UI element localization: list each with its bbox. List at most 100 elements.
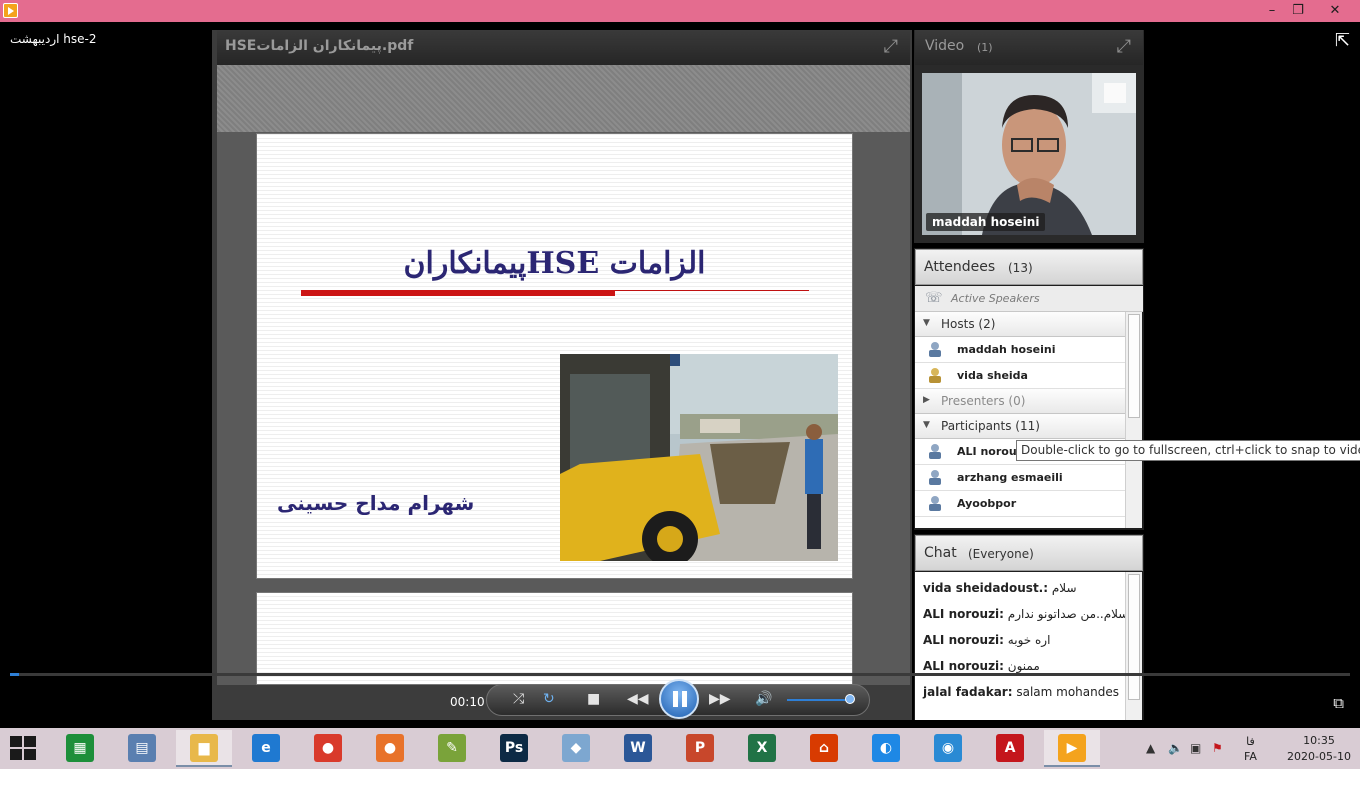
taskbar: ▦ ▤ ▆ e ● ● ✎ Ps ◆ W P X ⌂ ◐ ◉ A ▶ ▲ 🔈 ▣ ⚑ فا FA 10:35 2… <box>0 728 1360 769</box>
chat-sender: jalal fadakar: <box>923 685 1013 699</box>
chat-text: سلام..من صداتونو ندارم <box>1007 607 1125 621</box>
group-participants[interactable]: ▼ Participants (11) <box>915 414 1125 439</box>
clock-time: 10:35 <box>1303 734 1335 747</box>
taskbar-word[interactable]: W <box>610 730 666 767</box>
video-speaker-name: maddah hoseini <box>926 213 1046 231</box>
word-icon: W <box>624 734 652 762</box>
notepad-plus-icon: ✎ <box>438 734 466 762</box>
edge-like-icon: ◐ <box>872 734 900 762</box>
attendee-row[interactable]: arzhang esmaeili <box>915 465 1125 491</box>
taskbar-network-browser[interactable]: ◉ <box>920 730 976 767</box>
taskbar-virtualbox[interactable]: ◆ <box>548 730 604 767</box>
slide-divider-accent <box>301 290 615 296</box>
scrollbar-thumb[interactable] <box>1128 314 1140 418</box>
recording-title: hse-2 اردیبهشت <box>10 32 97 46</box>
calculator-icon: ▦ <box>66 734 94 762</box>
slide-photo-backhoe <box>560 354 838 561</box>
document-canvas[interactable]: الزامات HSEپیمانکاران شهرام مداح حسینی <box>217 65 910 685</box>
stop-button[interactable]: ■ <box>587 691 600 707</box>
scrollbar-thumb[interactable] <box>1128 574 1140 700</box>
webcam-feed[interactable]: maddah hoseini <box>922 73 1136 235</box>
taskbar-office[interactable]: ⌂ <box>796 730 852 767</box>
attendee-name: maddah hoseini <box>957 343 1056 356</box>
chat-sender: ALI norouzi: <box>923 607 1004 621</box>
taskbar-powerpoint[interactable]: P <box>672 730 728 767</box>
taskbar-edge-like[interactable]: ◐ <box>858 730 914 767</box>
chat-text: سلام <box>1051 581 1077 595</box>
pause-button[interactable] <box>659 679 699 719</box>
taskbar-internet-explorer[interactable]: e <box>238 730 294 767</box>
clock[interactable]: 10:35 2020-05-10 <box>1282 733 1356 765</box>
fullscreen-icon[interactable]: ⤢ <box>884 36 898 57</box>
user-icon <box>929 470 941 485</box>
attendee-row[interactable]: Ayoobpor <box>915 491 1125 517</box>
taskbar-chrome[interactable]: ● <box>300 730 356 767</box>
chat-text: salam mohandes <box>1016 685 1119 699</box>
fullscreen-icon[interactable]: ⤢ <box>1117 36 1131 57</box>
chat-sender: ALI norouzi: <box>923 659 1004 673</box>
collapse-arrow-icon[interactable]: ▶ <box>923 395 930 405</box>
chat-scrollbar[interactable] <box>1125 572 1142 720</box>
attendee-name: vida sheida <box>957 369 1028 382</box>
popout-icon[interactable]: ⧉ <box>1333 694 1344 712</box>
video-pod-header: Video (1) ⤢ <box>915 30 1143 65</box>
volume-slider[interactable] <box>787 699 853 701</box>
chat-messages[interactable]: vida sheidadoust.: سلام ALI norouzi: سلا… <box>915 572 1125 720</box>
fast-forward-button[interactable]: ▶▶ <box>709 691 731 707</box>
restore-button[interactable]: ❐ <box>1283 0 1313 22</box>
network-icon[interactable]: ▣ <box>1190 741 1201 755</box>
expand-arrow-icon[interactable]: ▼ <box>923 420 930 430</box>
taskbar-photoshop[interactable]: Ps <box>486 730 542 767</box>
media-player-icon: ▶ <box>1058 734 1086 762</box>
playback-time: 00:10 <box>450 695 485 709</box>
attendee-row[interactable]: vida sheida <box>915 363 1125 389</box>
chat-title: Chat <box>924 545 957 561</box>
active-speakers-label: Active Speakers <box>951 292 1040 305</box>
repeat-icon[interactable]: ↻ <box>543 691 555 707</box>
close-button[interactable]: ✕ <box>1320 0 1350 22</box>
network-browser-icon: ◉ <box>934 734 962 762</box>
volume-slider-handle[interactable] <box>845 694 855 704</box>
rewind-button[interactable]: ◀◀ <box>627 691 649 707</box>
group-hosts[interactable]: ▼ Hosts (2) <box>915 312 1125 337</box>
internet-explorer-icon: e <box>252 734 280 762</box>
language-native: فا <box>1246 735 1255 748</box>
chat-message: jalal fadakar: salam mohandes <box>923 685 1119 699</box>
attendees-scrollbar[interactable] <box>1125 312 1142 528</box>
chevron-up-icon[interactable]: ▲ <box>1146 741 1155 755</box>
firefox-icon: ● <box>376 734 404 762</box>
video-pod-title: Video <box>925 38 965 54</box>
expand-arrow-icon[interactable]: ▼ <box>923 318 930 328</box>
attendee-list[interactable]: ▼ Hosts (2) maddah hoseini vida sheida ▶… <box>915 312 1125 528</box>
taskbar-firefox[interactable]: ● <box>362 730 418 767</box>
screen-bottom <box>0 769 1360 809</box>
taskbar-remote-desktop[interactable]: ▤ <box>114 730 170 767</box>
video-pod: Video (1) ⤢ maddah hoseini <box>914 30 1144 243</box>
attendee-name: arzhang esmaeili <box>957 471 1063 484</box>
language-indicator[interactable]: فا FA <box>1244 734 1257 764</box>
group-presenters[interactable]: ▶ Presenters (0) <box>915 389 1125 414</box>
speaker-icon[interactable]: 🔈 <box>1168 741 1183 755</box>
taskbar-notepad-plus[interactable]: ✎ <box>424 730 480 767</box>
attendees-title: Attendees <box>924 259 996 275</box>
attendees-pod: Attendees (13) ☏ Active Speakers ▼ Hosts… <box>914 248 1144 530</box>
chat-message: ALI norouzi: ممنون <box>923 659 1040 673</box>
excel-icon: X <box>748 734 776 762</box>
tooltip: Double-click to go to fullscreen, ctrl+c… <box>1016 440 1360 461</box>
taskbar-calculator[interactable]: ▦ <box>52 730 108 767</box>
seek-bar[interactable] <box>10 673 1350 676</box>
chat-pod: Chat (Everyone) vida sheidadoust.: سلام … <box>914 534 1144 720</box>
flag-alert-icon[interactable]: ⚑ <box>1212 741 1223 755</box>
shuffle-icon[interactable]: ⤮ <box>513 691 524 707</box>
taskbar-media-player[interactable]: ▶ <box>1044 730 1100 767</box>
playback-controls: ⤮ ↻ ■ ◀◀ ▶▶ 🔊 <box>486 679 870 719</box>
taskbar-acrobat[interactable]: A <box>982 730 1038 767</box>
attendee-row[interactable]: maddah hoseini <box>915 337 1125 363</box>
start-button[interactable] <box>10 736 38 761</box>
clock-date: 2020-05-10 <box>1287 750 1351 763</box>
window-title-bar: – ❐ ✕ <box>0 0 1360 22</box>
layout-toggle-icon[interactable]: ⇱ <box>1335 30 1350 51</box>
volume-icon[interactable]: 🔊 <box>755 691 772 707</box>
taskbar-excel[interactable]: X <box>734 730 790 767</box>
taskbar-file-explorer[interactable]: ▆ <box>176 730 232 767</box>
